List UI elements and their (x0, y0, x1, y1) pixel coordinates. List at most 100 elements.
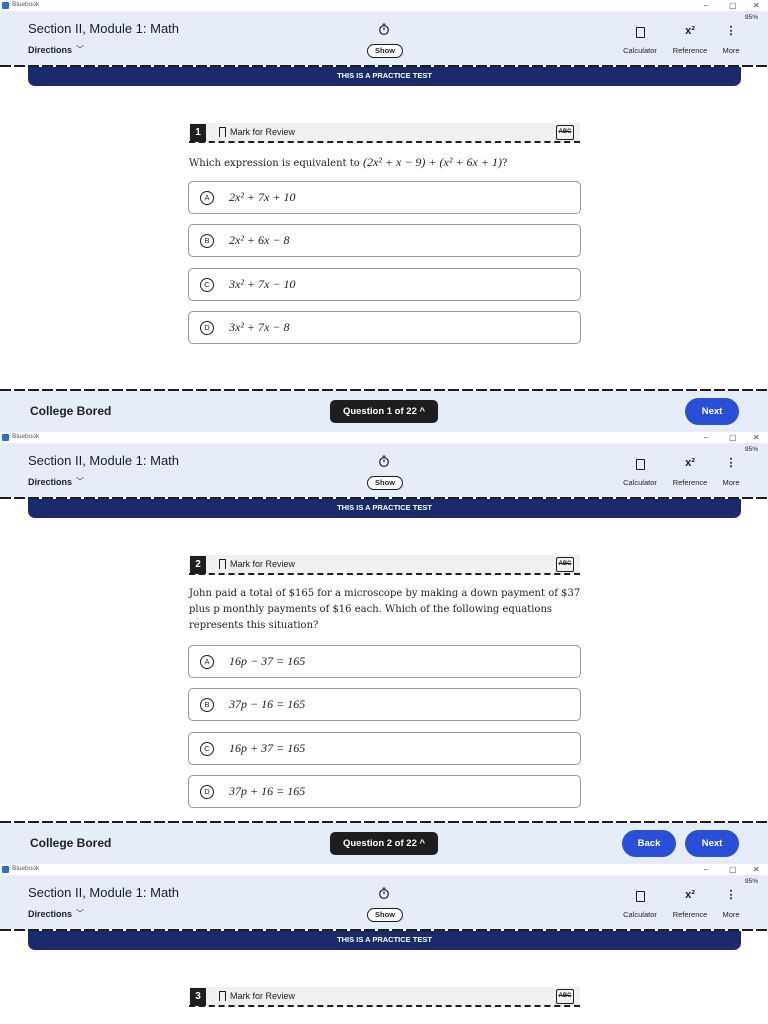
mark-for-review-button[interactable]: Mark for Review (219, 127, 295, 140)
directions-label: Directions (28, 908, 73, 919)
answer-choice-d[interactable]: D 37p + 16 = 165 (188, 775, 581, 808)
window-titlebar: Bluebook – ▢ ✕ (0, 432, 768, 443)
question-toolbar: 3 Mark for Review ABC (189, 987, 580, 1007)
directions-toggle[interactable]: Directions ﹀ (28, 476, 84, 487)
bookmark-icon (219, 991, 226, 1004)
chevron-down-icon: ﹀ (76, 909, 85, 918)
battery-status: 95% (744, 878, 758, 885)
answer-choice-b[interactable]: B 2x² + 6x − 8 (188, 224, 581, 257)
answer-eliminator-button[interactable]: ABC (556, 557, 574, 572)
answer-choice-c[interactable]: C 3x² + 7x − 10 (188, 268, 581, 301)
practice-test-banner: THIS IS A PRACTICE TEST (28, 499, 741, 518)
question-navigator-button[interactable]: Question 1 of 22 ^ (330, 400, 438, 423)
more-button[interactable]: ⋮ More (718, 23, 744, 55)
close-button[interactable]: ✕ (753, 0, 760, 11)
more-label: More (722, 46, 740, 55)
maximize-button[interactable]: ▢ (729, 864, 737, 875)
answer-eliminator-button[interactable]: ABC (556, 989, 574, 1004)
section-title: Section II, Module 1: Math (28, 885, 180, 900)
answer-choice-c[interactable]: C 16p + 37 = 165 (188, 732, 581, 765)
answer-choice-a[interactable]: A 16p − 37 = 165 (188, 645, 581, 678)
choice-text: 37p + 16 = 165 (229, 784, 306, 798)
directions-label: Directions (28, 44, 73, 55)
question-text: Which expression is equivalent to (2x² +… (189, 154, 584, 172)
more-vertical-icon: ⋮ (725, 889, 737, 901)
question-line-1: John paid a total of $165 for a microsco… (189, 588, 581, 599)
question-navigator-button[interactable]: Question 2 of 22 ^ (330, 832, 438, 855)
more-label: More (722, 478, 740, 487)
calculator-button[interactable]: Calculator (620, 23, 660, 55)
mark-for-review-label: Mark for Review (230, 991, 296, 1001)
brand-name: College Bored (30, 836, 112, 850)
choice-text: 3x² + 7x − 10 (229, 277, 296, 291)
timer-icon[interactable] (378, 23, 390, 35)
answer-choice-a[interactable]: A 2x² + 7x + 10 (188, 181, 581, 214)
calculator-button[interactable]: Calculator (620, 455, 660, 487)
more-vertical-icon: ⋮ (725, 25, 737, 37)
screen-frame-1: Bluebook – ▢ ✕ Section II, Module 1: Mat… (0, 0, 768, 432)
question-line-2: plus p monthly payments of $16 each. Whi… (189, 604, 553, 615)
answer-choice-b[interactable]: B 37p − 16 = 165 (188, 688, 581, 721)
more-button[interactable]: ⋮ More (718, 455, 744, 487)
answer-choice-d[interactable]: D 3x² + 7x − 8 (188, 311, 581, 344)
reference-icon: x² (685, 25, 695, 37)
minimize-button[interactable]: – (704, 0, 708, 11)
next-button[interactable]: Next (685, 830, 739, 857)
choice-letter: B (200, 234, 214, 248)
back-button[interactable]: Back (622, 830, 676, 857)
question-toolbar: 2 Mark for Review ABC (189, 555, 580, 575)
question-end: ? (501, 158, 508, 169)
close-button[interactable]: ✕ (753, 864, 760, 875)
question-math: (2x² + x − 9) + (x² + 6x + 1) (362, 155, 502, 169)
timer-icon[interactable] (378, 887, 390, 899)
calculator-label: Calculator (623, 478, 657, 487)
bookmark-icon (219, 127, 226, 140)
section-title: Section II, Module 1: Math (28, 21, 180, 36)
reference-label: Reference (672, 910, 708, 919)
window-titlebar: Bluebook – ▢ ✕ (0, 864, 768, 875)
minimize-button[interactable]: – (704, 864, 708, 875)
test-header: Section II, Module 1: Math Directions ﹀ … (0, 875, 768, 929)
show-timer-button[interactable]: Show (367, 44, 403, 58)
bluebook-app-icon (2, 434, 9, 441)
mark-for-review-button[interactable]: Mark for Review (219, 559, 295, 572)
reference-button[interactable]: x² Reference (668, 887, 712, 919)
show-timer-button[interactable]: Show (367, 476, 403, 490)
choice-text: 16p − 37 = 165 (229, 654, 306, 668)
bluebook-app-icon (2, 2, 9, 9)
show-timer-button[interactable]: Show (367, 908, 403, 922)
choice-text: 3x² + 7x − 8 (229, 320, 290, 334)
calculator-label: Calculator (623, 910, 657, 919)
bluebook-app-icon (2, 866, 9, 873)
maximize-button[interactable]: ▢ (729, 432, 737, 443)
answer-eliminator-button[interactable]: ABC (556, 125, 574, 140)
reference-button[interactable]: x² Reference (668, 455, 712, 487)
test-header: Section II, Module 1: Math Directions ﹀ … (0, 11, 768, 65)
test-footer: College Bored Question 2 of 22 ^ Back Ne… (0, 823, 768, 864)
directions-toggle[interactable]: Directions ﹀ (28, 44, 84, 55)
calculator-button[interactable]: Calculator (620, 887, 660, 919)
question-number: 1 (190, 124, 206, 142)
choice-letter: B (200, 698, 214, 712)
brand-name: College Bored (30, 404, 112, 418)
choice-letter: A (200, 191, 214, 205)
mark-for-review-button[interactable]: Mark for Review (219, 991, 296, 1004)
minimize-button[interactable]: – (704, 432, 708, 443)
close-button[interactable]: ✕ (753, 432, 760, 443)
practice-test-banner: THIS IS A PRACTICE TEST (28, 67, 741, 86)
reference-label: Reference (672, 478, 708, 487)
maximize-button[interactable]: ▢ (729, 0, 737, 11)
test-footer: College Bored Question 1 of 22 ^ Next (0, 391, 768, 432)
next-button[interactable]: Next (685, 398, 739, 425)
calculator-icon (635, 459, 645, 470)
directions-toggle[interactable]: Directions ﹀ (28, 908, 84, 919)
more-label: More (722, 910, 740, 919)
more-button[interactable]: ⋮ More (718, 887, 744, 919)
screen-frame-2: Bluebook – ▢ ✕ Section II, Module 1: Mat… (0, 432, 768, 864)
calculator-icon (635, 27, 645, 38)
timer-icon[interactable] (378, 455, 390, 467)
choice-text: 16p + 37 = 165 (229, 741, 306, 755)
reference-icon: x² (685, 457, 695, 469)
app-name: Bluebook (12, 1, 40, 8)
reference-button[interactable]: x² Reference (668, 23, 712, 55)
